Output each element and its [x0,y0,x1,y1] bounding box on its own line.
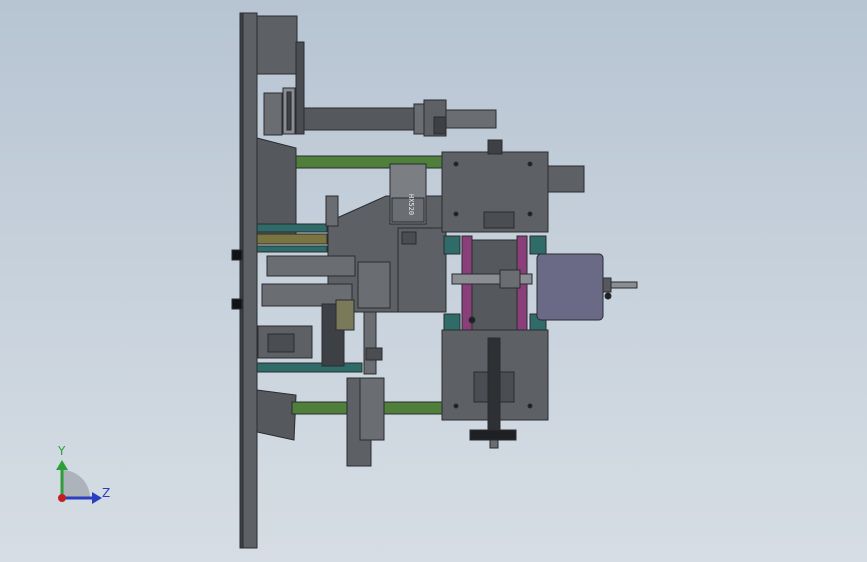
triad-shade [62,470,90,498]
upper-bracket[interactable] [256,15,298,75]
left-wedge[interactable] [256,137,297,237]
bolt-hole [453,403,459,409]
right-upper-tab[interactable] [547,165,585,193]
cylinder-label: HX520 [407,194,415,215]
y-axis-arrow-icon [56,460,68,470]
upper-shaft[interactable] [303,107,415,131]
teal-clamp-left[interactable] [443,235,461,255]
rod-cap [365,347,383,361]
lead-screw-end [489,439,499,449]
left-slider-inner [267,333,295,353]
block-left-bottom[interactable] [357,261,391,309]
gear-disc [335,299,355,331]
spindle-nut [499,269,521,289]
coordinate-triad [56,460,102,504]
motor-body[interactable] [536,253,604,321]
teal-clamp-left-low[interactable] [443,313,461,333]
teal-bar-mid[interactable] [256,245,328,253]
pulley-left[interactable] [263,92,283,136]
z-axis-label: Z [102,486,111,500]
shaft-extension[interactable] [445,109,497,129]
lead-screw-knob[interactable] [469,429,517,441]
left-lower-wedge[interactable] [256,389,297,441]
assembly-model[interactable]: HX520 [0,0,867,562]
stud-upper[interactable] [231,249,243,261]
bolt-hole [468,316,476,324]
bolt-hole [453,211,459,217]
base-plate-edge [239,12,244,549]
pulley-disc-inner [286,91,292,131]
stud-lower[interactable] [231,298,243,310]
teal-bar-upper[interactable] [256,223,328,233]
cad-viewport[interactable]: HX520 Y Z [0,0,867,562]
teal-bar-lower[interactable] [256,362,363,373]
bolt-hole [527,211,533,217]
vertical-rod[interactable] [363,311,377,375]
gold-bar[interactable] [256,233,328,245]
shaft-hub [433,116,447,135]
base-plate[interactable] [241,12,258,549]
center-block-top [401,231,417,245]
housing-notch [487,139,503,155]
bolt-hole [453,161,459,167]
origin-dot [58,494,66,502]
bolt-hole [604,292,612,300]
y-axis-label: Y [58,444,66,458]
housing-slot [483,211,515,229]
upper-bracket-plate [295,41,305,135]
bolt-hole [527,161,533,167]
lead-screw[interactable] [487,337,501,439]
bolt-hole [527,403,533,409]
teal-clamp-right[interactable] [529,235,547,255]
left-block-mid[interactable] [266,255,356,277]
motor-flange [602,277,612,293]
z-axis-arrow-icon [92,492,102,504]
small-gear-rack[interactable] [325,195,339,227]
lower-foot-block[interactable] [359,377,385,441]
